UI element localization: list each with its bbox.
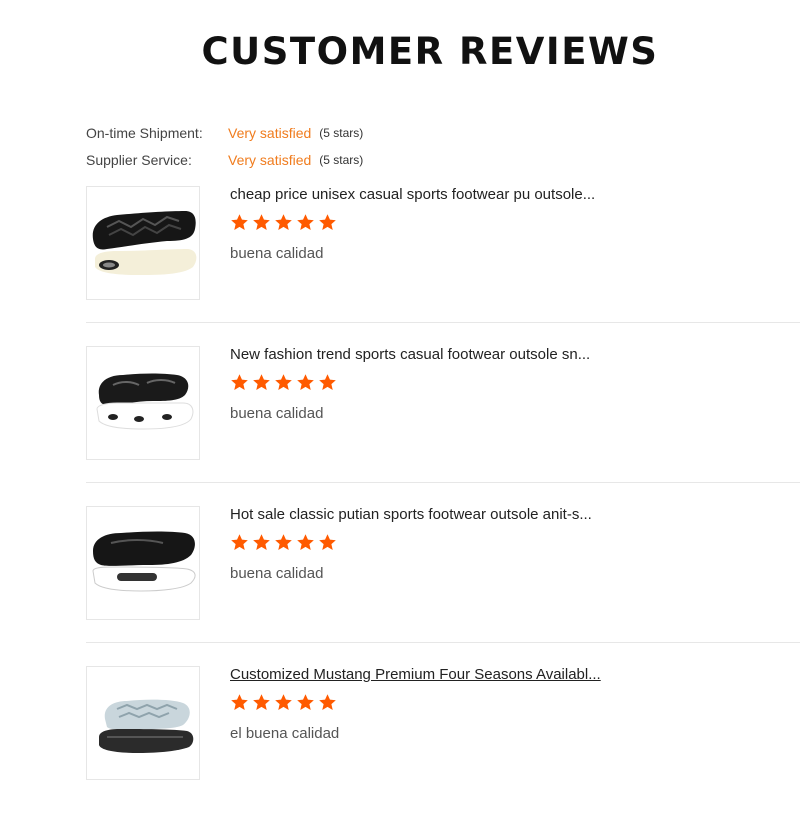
- review-item: New fashion trend sports casual footwear…: [86, 346, 800, 506]
- star-icon: [253, 214, 270, 231]
- product-title-link[interactable]: Customized Mustang Premium Four Seasons …: [230, 666, 601, 683]
- review-item: Customized Mustang Premium Four Seasons …: [86, 666, 800, 826]
- rating-stars-text: (5 stars): [319, 152, 364, 167]
- divider: [86, 322, 800, 323]
- product-title-link[interactable]: cheap price unisex casual sports footwea…: [230, 186, 595, 203]
- star-icon: [231, 694, 248, 711]
- review-comment: el buena calidad: [230, 725, 340, 742]
- star-icon: [319, 694, 336, 711]
- star-icon: [297, 694, 314, 711]
- product-title-link[interactable]: New fashion trend sports casual footwear…: [230, 346, 590, 363]
- product-thumbnail[interactable]: [86, 506, 200, 620]
- shoe-sole-image: [92, 211, 197, 275]
- star-icon: [231, 214, 248, 231]
- review-comment: buena calidad: [230, 405, 324, 422]
- star-icon: [253, 694, 270, 711]
- star-icon: [231, 374, 248, 391]
- star-icon: [275, 374, 292, 391]
- rating-row-service: Supplier Service: Very satisfied (5 star…: [86, 146, 363, 173]
- star-icon: [253, 374, 270, 391]
- review-item: Hot sale classic putian sports footwear …: [86, 506, 800, 666]
- divider: [86, 482, 800, 483]
- review-comment: buena calidad: [230, 245, 324, 262]
- star-icon: [253, 534, 270, 551]
- star-icon: [297, 374, 314, 391]
- star-icon: [231, 534, 248, 551]
- star-icon: [275, 534, 292, 551]
- page-title: CUSTOMER REVIEWS: [201, 30, 659, 73]
- supplier-ratings: On-time Shipment: Very satisfied (5 star…: [86, 119, 363, 173]
- review-stars: [230, 533, 337, 552]
- star-icon: [319, 374, 336, 391]
- product-thumbnail[interactable]: [86, 666, 200, 780]
- star-icon: [319, 534, 336, 551]
- star-icon: [297, 214, 314, 231]
- review-item: cheap price unisex casual sports footwea…: [86, 186, 800, 346]
- rating-value: Very satisfied: [228, 124, 312, 141]
- divider: [86, 642, 800, 643]
- product-thumbnail[interactable]: [86, 186, 200, 300]
- rating-row-shipment: On-time Shipment: Very satisfied (5 star…: [86, 119, 363, 146]
- rating-label: On-time Shipment:: [86, 124, 203, 141]
- review-stars: [230, 213, 337, 232]
- review-stars: [230, 373, 337, 392]
- product-thumbnail[interactable]: [86, 346, 200, 460]
- shoe-sole-image: [96, 373, 194, 430]
- star-icon: [275, 694, 292, 711]
- shoe-sole-image: [99, 699, 194, 753]
- rating-value: Very satisfied: [228, 151, 312, 168]
- star-icon: [275, 214, 292, 231]
- shoe-sole-image: [92, 531, 196, 592]
- star-icon: [297, 534, 314, 551]
- review-stars: [230, 693, 337, 712]
- rating-stars-text: (5 stars): [319, 125, 364, 140]
- review-comment: buena calidad: [230, 565, 324, 582]
- star-icon: [319, 214, 336, 231]
- product-title-link[interactable]: Hot sale classic putian sports footwear …: [230, 506, 592, 523]
- rating-label: Supplier Service:: [86, 151, 192, 168]
